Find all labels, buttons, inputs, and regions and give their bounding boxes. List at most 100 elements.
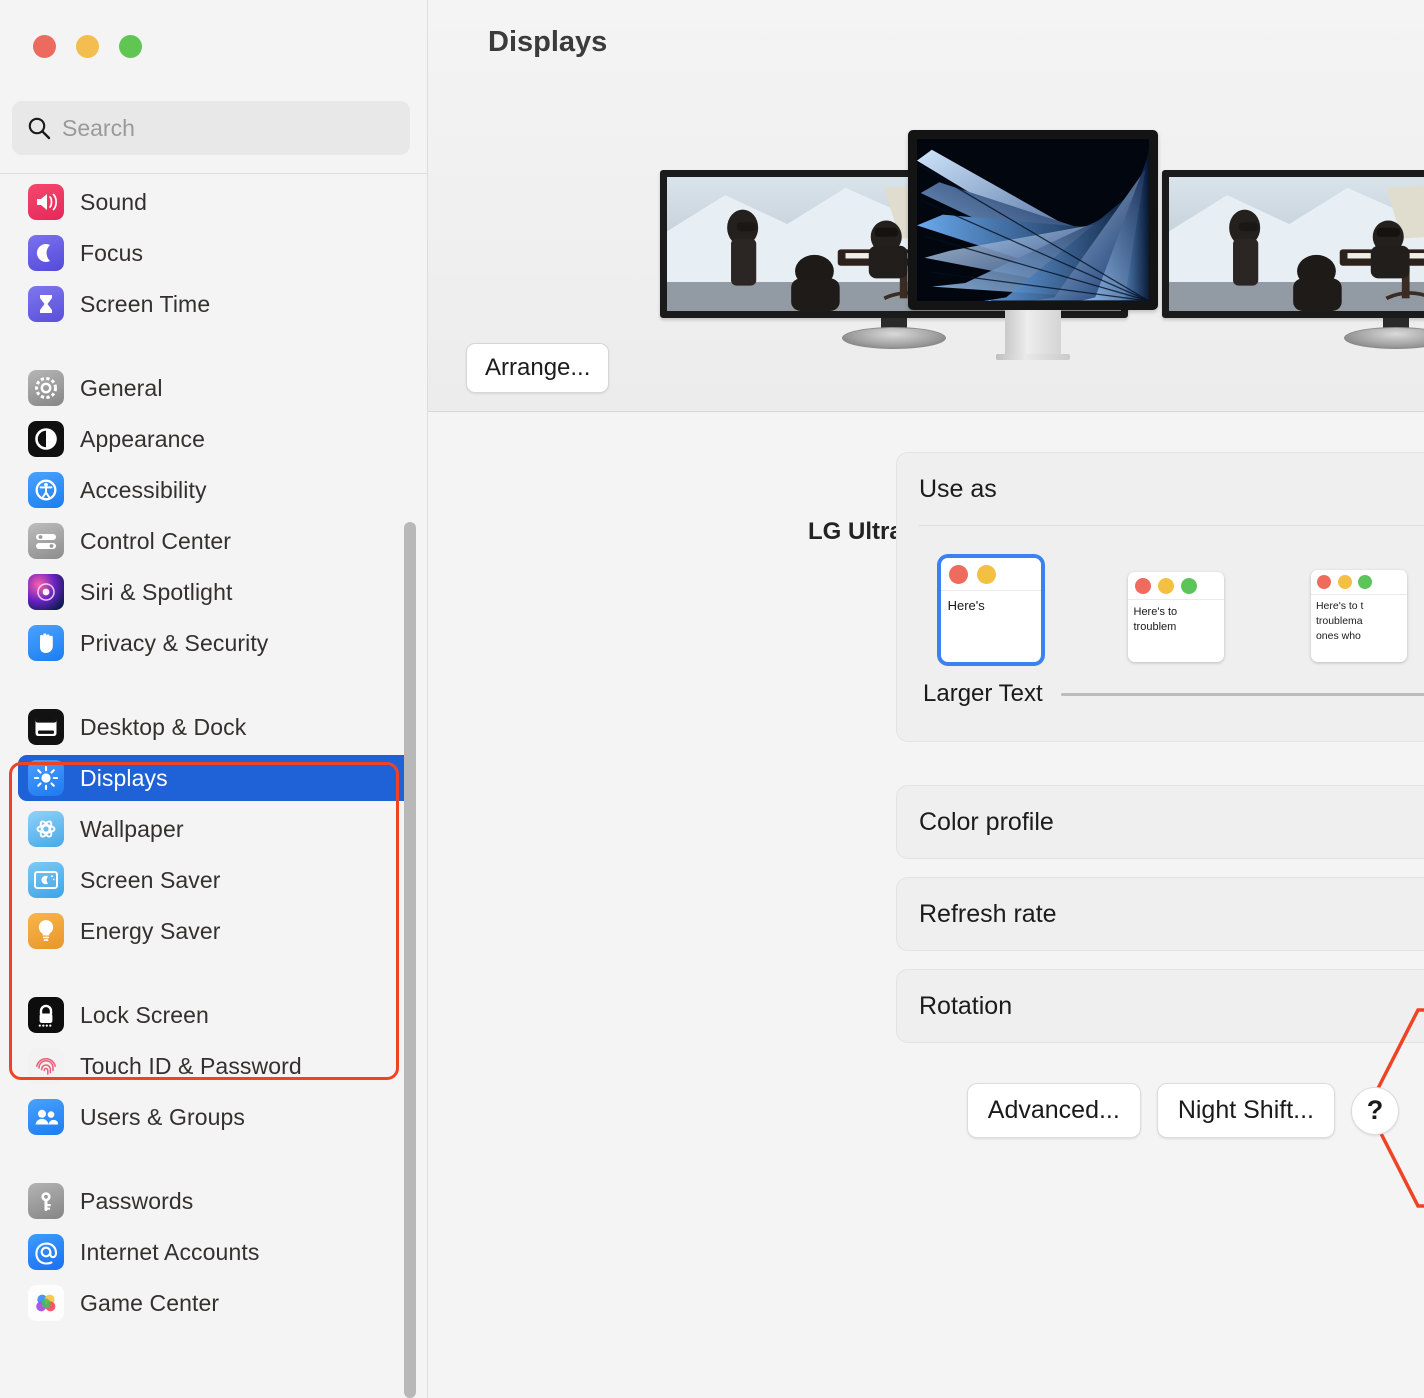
at-sign-icon — [28, 1234, 64, 1270]
monitor-stand — [1344, 327, 1424, 349]
sidebar-item-label: Focus — [80, 239, 144, 266]
sidebar-item-label: Accessibility — [80, 476, 207, 503]
sidebar-item-passwords[interactable]: Passwords — [18, 1178, 414, 1224]
sidebar-item-internet-accounts[interactable]: Internet Accounts — [18, 1229, 414, 1275]
preview-traffic-dot — [1357, 574, 1372, 589]
sidebar-item-focus[interactable]: Focus — [18, 230, 414, 276]
sidebar-item-control-center[interactable]: Control Center — [18, 518, 414, 564]
close-button[interactable] — [33, 35, 56, 58]
desktop-dock-icon — [28, 709, 64, 745]
refresh-rate-row[interactable]: Refresh rate 60 Hertz — [897, 878, 1424, 950]
monitor-studio-display[interactable]: Studio Display — [908, 130, 1158, 505]
preview-titlebar — [1128, 572, 1224, 600]
scaling-slider-track[interactable] — [1060, 692, 1424, 696]
screen-saver-icon — [28, 862, 64, 898]
rotation-row[interactable]: Rotation Standard — [897, 970, 1424, 1042]
sidebar-item-screen-saver[interactable]: Screen Saver — [18, 857, 414, 903]
sidebar-item-users-groups[interactable]: Users & Groups — [18, 1094, 414, 1140]
moon-icon — [28, 235, 64, 271]
preview-traffic-dot — [1135, 577, 1151, 594]
sidebar-item-label: Internet Accounts — [80, 1238, 260, 1265]
preview-titlebar — [941, 558, 1041, 592]
preview-traffic-dot — [1337, 574, 1352, 589]
search-icon — [26, 115, 52, 141]
preview-line: Here's — [947, 597, 985, 613]
sidebar-item-label: Displays — [80, 764, 168, 791]
main-content: Displays LG Ultra HD (2) Arrange... Use … — [428, 0, 1424, 1398]
advanced-button[interactable]: Advanced... — [966, 1083, 1141, 1138]
search-field[interactable] — [12, 101, 410, 155]
preview-traffic-dot — [1158, 577, 1175, 594]
preview-line: Here's to t — [1315, 599, 1364, 612]
minimize-button[interactable] — [76, 35, 99, 58]
monitor-neck — [1005, 310, 1061, 356]
arrange-button[interactable]: Arrange... — [466, 343, 610, 393]
sidebar-item-privacy-security[interactable]: Privacy & Security — [18, 620, 414, 666]
sidebar-item-accessibility[interactable]: Accessibility — [18, 467, 414, 513]
preview-traffic-dot — [976, 564, 996, 584]
wallpaper-band-snow-photo — [1169, 177, 1424, 311]
sidebar-item-energy-saver[interactable]: Energy Saver — [18, 908, 414, 954]
zoom-button[interactable] — [119, 35, 142, 58]
sidebar-scroll-area[interactable]: Sound Focus Screen Time General Appearan… — [0, 174, 428, 1398]
sidebar-item-touch-id-password[interactable]: Touch ID & Password — [18, 1043, 414, 1089]
sidebar-item-label: Wallpaper — [80, 815, 184, 842]
users-icon — [28, 1099, 64, 1135]
scaling-preview-2[interactable]: Here's to t troublema ones who — [1311, 570, 1407, 662]
sidebar-item-screen-time[interactable]: Screen Time — [18, 281, 414, 327]
preview-traffic-dot — [1317, 574, 1332, 589]
wallpaper-icon — [28, 811, 64, 847]
monitor-lg-ultra-hd[interactable]: LG Ultra HD — [1162, 170, 1424, 545]
preview-line: Here's to — [1133, 605, 1178, 618]
sidebar-item-label: Energy Saver — [80, 917, 221, 944]
help-button[interactable]: ? — [1351, 1086, 1399, 1135]
scaling-labels: Larger Text More Space — [919, 680, 1424, 708]
use-as-card: Use as Extended display Here's Here's to t… — [896, 452, 1424, 742]
sidebar-item-displays[interactable]: Displays — [18, 755, 414, 801]
sidebar-item-label: Siri & Spotlight — [80, 578, 233, 605]
preview-body: Here's to t troublema ones who — [1311, 595, 1407, 648]
sidebar-item-siri-spotlight[interactable]: Siri & Spotlight — [18, 569, 414, 615]
sidebar-item-game-center[interactable]: Game Center — [18, 1280, 414, 1326]
use-as-row[interactable]: Use as Extended display — [897, 453, 1424, 525]
sidebar-item-wallpaper[interactable]: Wallpaper — [18, 806, 414, 852]
larger-text-label: Larger Text — [923, 680, 1043, 707]
appearance-icon — [28, 421, 64, 457]
hand-icon — [28, 625, 64, 661]
key-icon — [28, 1183, 64, 1219]
wallpaper-macos-blue-fan — [917, 139, 1149, 301]
preview-line: troublema — [1315, 614, 1363, 627]
refresh-rate-label: Refresh rate — [919, 899, 1057, 928]
sidebar-item-sound[interactable]: Sound — [18, 179, 414, 225]
preview-body: Here's — [941, 591, 1041, 620]
rotation-card: Rotation Standard — [896, 969, 1424, 1043]
color-profile-card: Color profile LG Ultra HD — [896, 785, 1424, 859]
system-settings-window: Sound Focus Screen Time General Appearan… — [0, 0, 1424, 1398]
sidebar-item-label: Screen Saver — [80, 866, 221, 893]
sidebar-item-desktop-dock[interactable]: Desktop & Dock — [18, 704, 414, 750]
sidebar-item-label: Game Center — [80, 1289, 220, 1316]
color-profile-row[interactable]: Color profile LG Ultra HD — [897, 786, 1424, 858]
accessibility-icon — [28, 472, 64, 508]
sidebar-item-label: Control Center — [80, 527, 231, 554]
search-input[interactable] — [62, 114, 396, 142]
scaling-previews[interactable]: Here's Here's to troublem Here's to t troubl… — [919, 554, 1424, 662]
sidebar-item-label: Appearance — [80, 425, 206, 452]
scaling-preview-1[interactable]: Here's to troublem — [1128, 572, 1224, 662]
traffic-lights — [33, 35, 142, 58]
sidebar-scrollbar[interactable] — [404, 522, 416, 1398]
hourglass-icon — [28, 286, 64, 322]
night-shift-button[interactable]: Night Shift... — [1156, 1083, 1335, 1138]
preview-traffic-dot — [1181, 577, 1198, 594]
sidebar-item-appearance[interactable]: Appearance — [18, 416, 414, 462]
gear-icon — [28, 370, 64, 406]
scaling-control[interactable]: Here's Here's to troublem Here's to t troubl… — [897, 526, 1424, 734]
sidebar-item-general[interactable]: General — [18, 365, 414, 411]
preview-titlebar — [1311, 570, 1407, 595]
sidebar-item-lock-screen[interactable]: Lock Screen — [18, 992, 414, 1038]
monitor-screen — [908, 130, 1158, 310]
scaling-preview-0[interactable]: Here's — [941, 558, 1041, 662]
